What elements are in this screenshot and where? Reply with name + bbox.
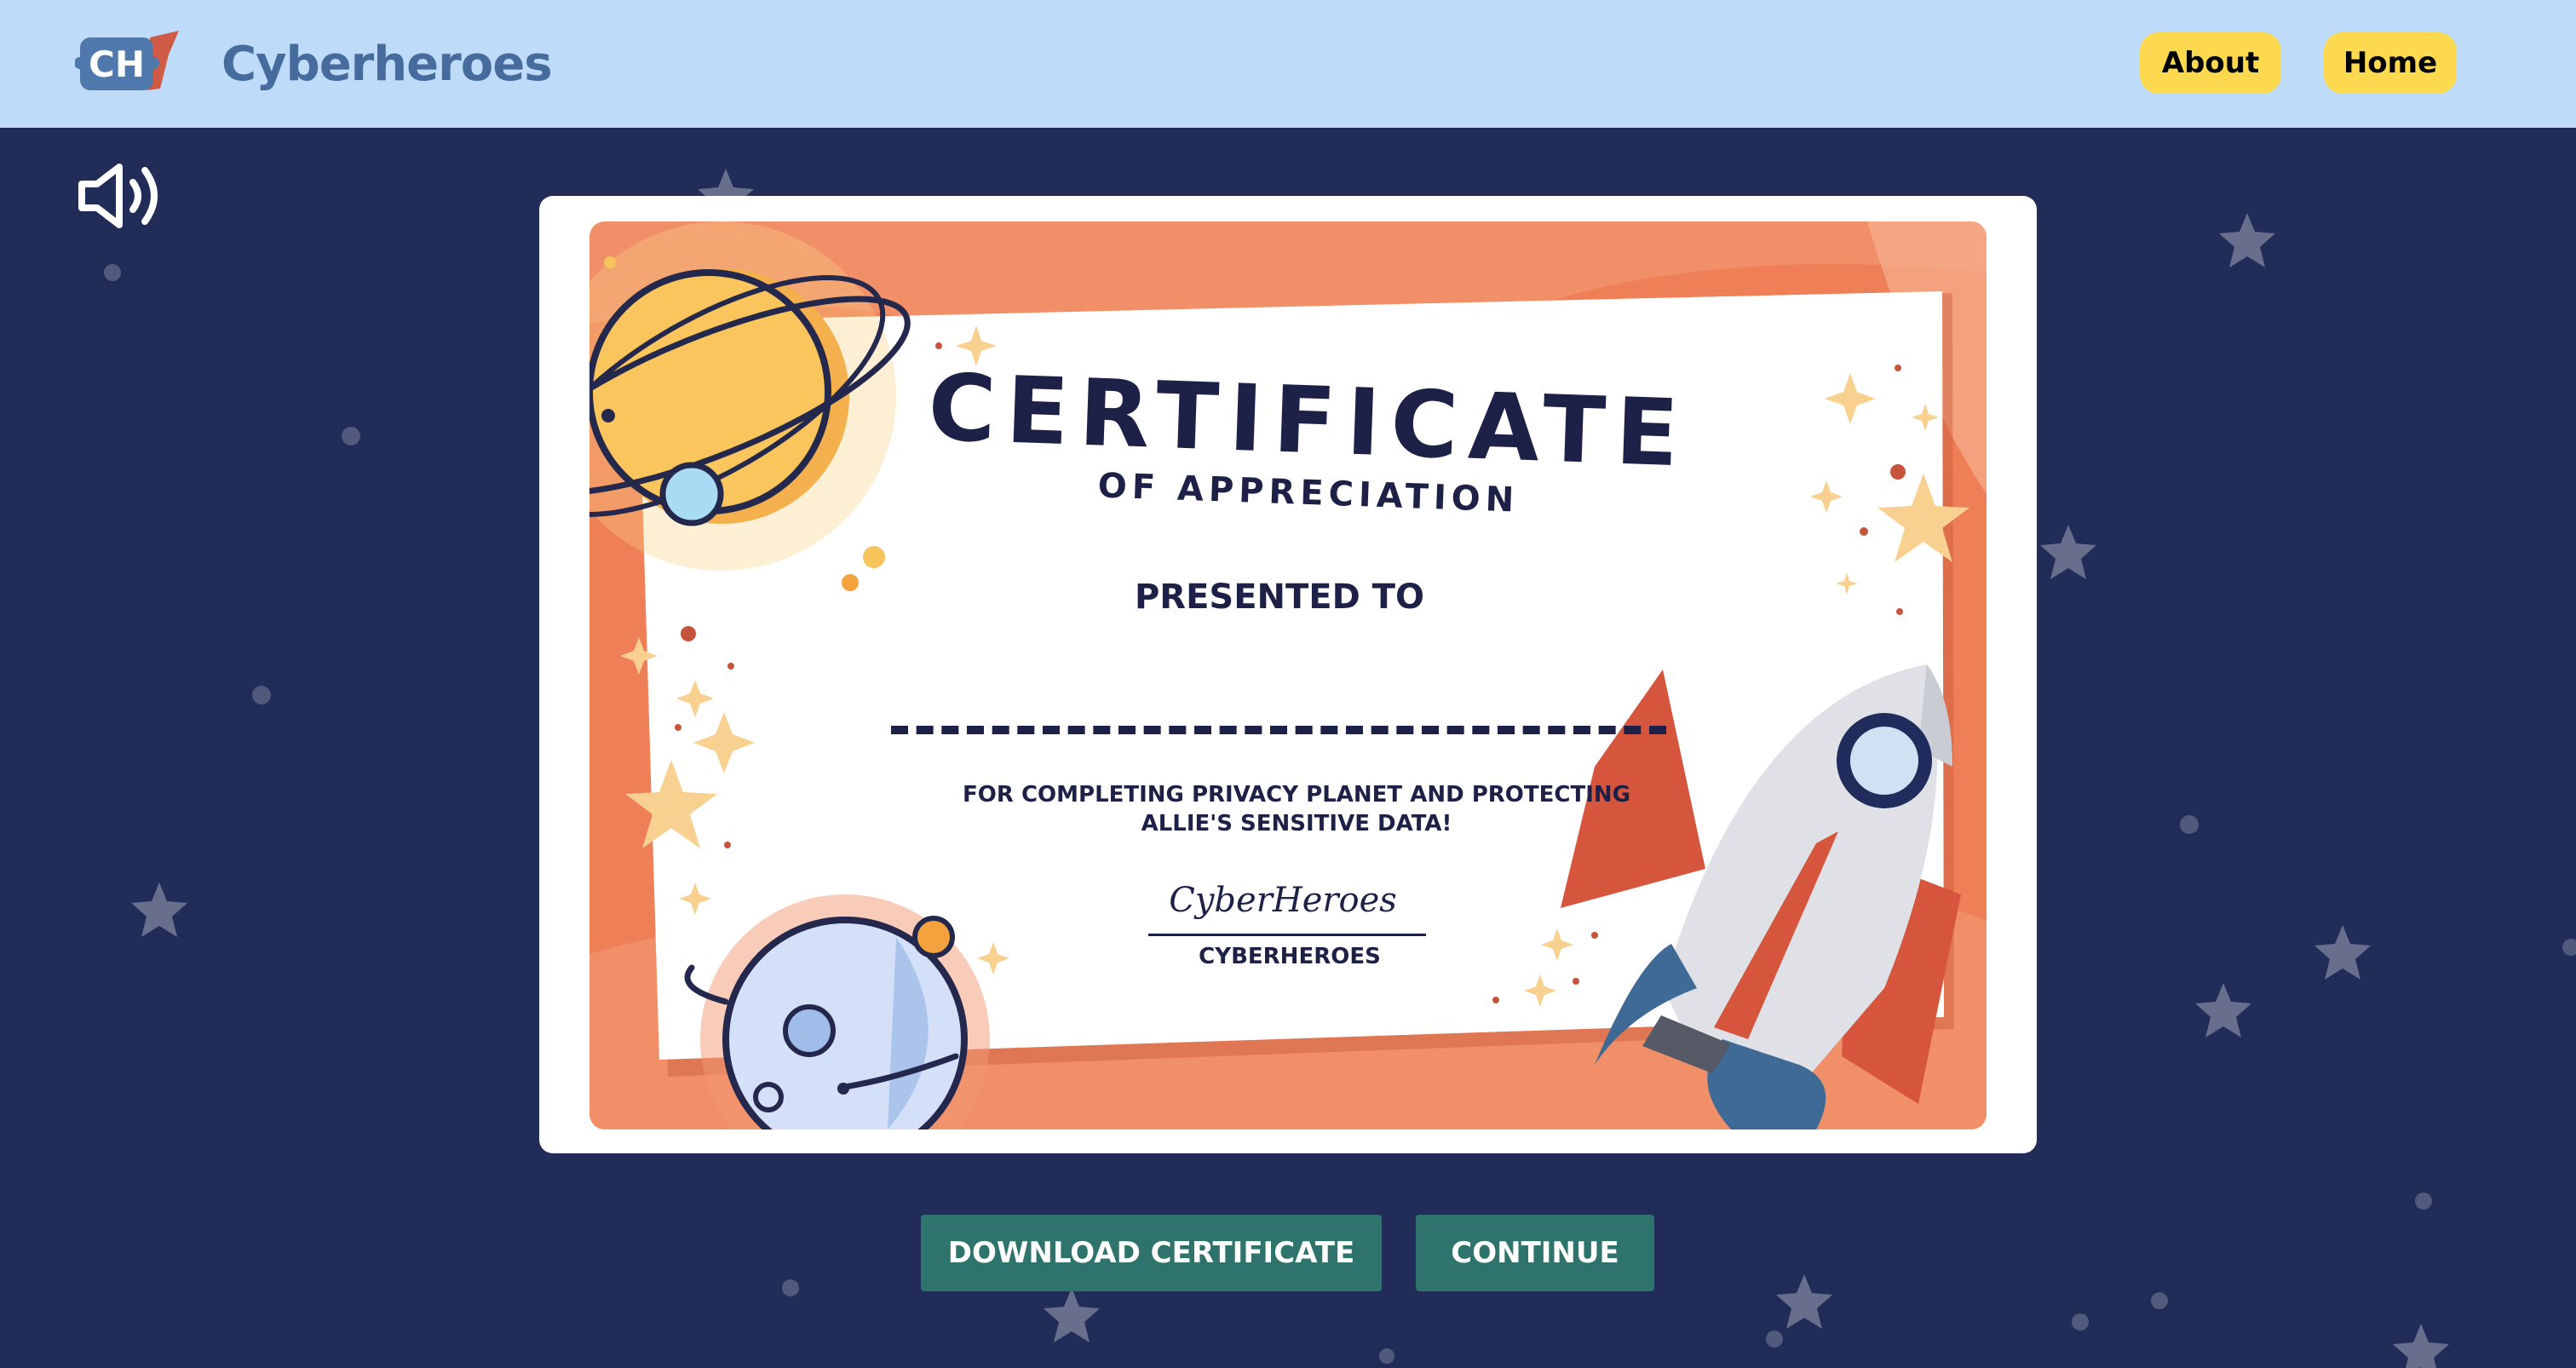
continue-button[interactable]: CONTINUE bbox=[1416, 1215, 1654, 1291]
recipient-name-line bbox=[891, 726, 1666, 734]
svg-text:CH: CH bbox=[89, 43, 145, 85]
about-button[interactable]: About bbox=[2140, 32, 2281, 94]
download-certificate-button[interactable]: DOWNLOAD CERTIFICATE bbox=[921, 1215, 1382, 1291]
presented-to-label: PRESENTED TO bbox=[1134, 578, 1425, 617]
home-button[interactable]: Home bbox=[2324, 32, 2457, 94]
signer-name: CYBERHEROES bbox=[1199, 944, 1381, 969]
speaker-volume-icon[interactable] bbox=[77, 160, 165, 232]
cyberheroes-logo[interactable]: CH bbox=[75, 29, 181, 97]
top-bar: CH Cyberheroes About Home bbox=[0, 0, 2576, 128]
signature-line bbox=[1148, 934, 1426, 936]
signature: CyberHeroes bbox=[1169, 881, 1397, 920]
certificate-reason-line-2: ALLIE'S SENSITIVE DATA! bbox=[1141, 811, 1452, 836]
certificate-reason-line-1: FOR COMPLETING PRIVACY PLANET AND PROTEC… bbox=[963, 782, 1630, 808]
brand-title[interactable]: Cyberheroes bbox=[221, 32, 553, 97]
certificate-reason: FOR COMPLETING PRIVACY PLANET AND PROTEC… bbox=[598, 780, 1987, 838]
certificate: CERTIFICATE OF APPRECIATION PRESENTED TO… bbox=[589, 221, 1987, 1129]
